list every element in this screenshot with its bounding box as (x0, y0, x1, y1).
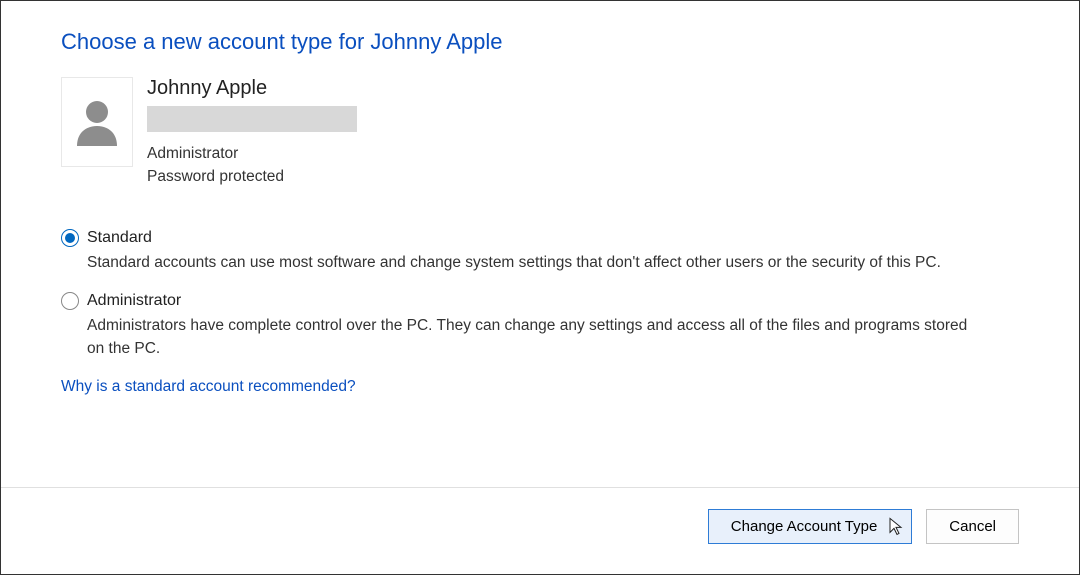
account-role: Administrator (147, 142, 357, 165)
change-account-type-label: Change Account Type (731, 518, 878, 535)
account-type-options: Standard Standard accounts can use most … (61, 229, 1019, 361)
help-link[interactable]: Why is a standard account recommended? (61, 378, 356, 396)
option-administrator[interactable]: Administrator Administrators have comple… (61, 292, 1019, 361)
radio-administrator[interactable] (61, 292, 79, 310)
account-email-redacted (147, 106, 357, 132)
option-standard[interactable]: Standard Standard accounts can use most … (61, 229, 1019, 274)
option-standard-description: Standard accounts can use most software … (61, 251, 981, 274)
cancel-button[interactable]: Cancel (926, 509, 1019, 544)
account-name: Johnny Apple (147, 77, 357, 100)
option-administrator-description: Administrators have complete control ove… (61, 314, 981, 361)
page-title: Choose a new account type for Johnny App… (61, 29, 1019, 55)
option-standard-label: Standard (87, 229, 152, 247)
cursor-icon (889, 517, 905, 537)
footer-separator (1, 487, 1079, 488)
account-summary: Johnny Apple Administrator Password prot… (61, 77, 1019, 189)
account-protection: Password protected (147, 165, 357, 188)
avatar (61, 77, 133, 167)
change-account-type-button[interactable]: Change Account Type (708, 509, 913, 544)
button-row: Change Account Type Cancel (708, 509, 1019, 544)
radio-standard[interactable] (61, 229, 79, 247)
option-administrator-label: Administrator (87, 292, 181, 310)
user-icon (75, 98, 119, 146)
account-info: Johnny Apple Administrator Password prot… (147, 77, 357, 189)
